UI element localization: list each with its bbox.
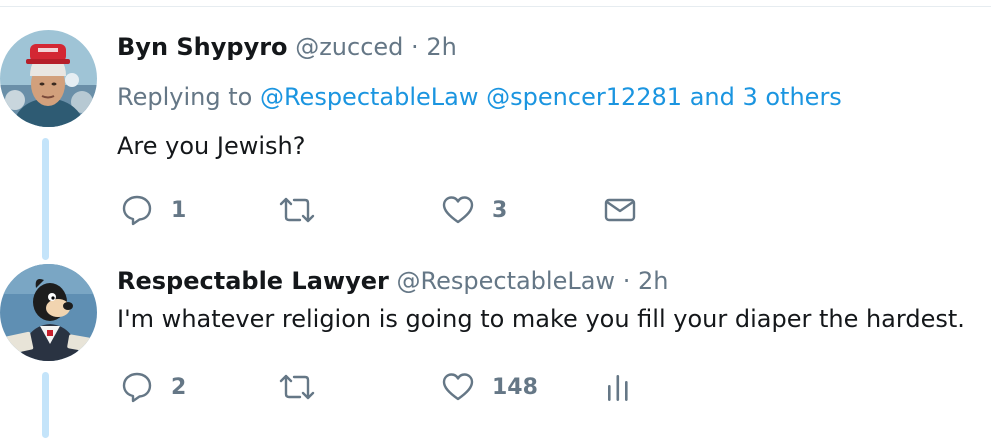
tweet[interactable]: Respectable Lawyer @RespectableLaw · 2h … — [0, 256, 991, 438]
timestamp[interactable]: 2h — [638, 267, 668, 295]
display-name[interactable]: Byn Shypyro — [117, 33, 288, 61]
retweet-button[interactable] — [277, 192, 317, 228]
avatar[interactable] — [0, 30, 97, 127]
reply-button[interactable]: 1 — [121, 192, 186, 228]
avatar[interactable] — [0, 264, 97, 361]
replying-to-label: Replying to — [117, 83, 253, 111]
retweet-icon — [279, 197, 315, 223]
like-button[interactable]: 3 — [442, 192, 507, 228]
reply-icon — [122, 372, 152, 403]
heart-icon — [442, 196, 474, 224]
reply-icon — [122, 195, 152, 226]
envelope-icon — [604, 198, 636, 222]
display-name[interactable]: Respectable Lawyer — [117, 267, 389, 295]
thread-line — [42, 138, 49, 260]
like-count: 148 — [492, 374, 538, 400]
thread-line — [42, 372, 49, 438]
handle[interactable]: @zucced — [295, 33, 403, 61]
direct-message-button[interactable] — [604, 192, 636, 228]
tweet-text: Are you Jewish? — [117, 132, 306, 160]
like-button[interactable]: 148 — [442, 369, 538, 405]
separator: · — [622, 267, 631, 295]
analytics-button[interactable] — [604, 369, 632, 405]
reply-count: 1 — [171, 197, 187, 223]
mention-link[interactable]: @spencer12281 — [486, 83, 682, 111]
like-count: 3 — [492, 197, 508, 223]
retweet-button[interactable] — [277, 369, 317, 405]
tweet-header: Byn Shypyro @zucced · 2h — [117, 30, 991, 64]
reply-button[interactable]: 2 — [121, 369, 186, 405]
tweet-text: I'm whatever religion is going to make y… — [117, 305, 965, 333]
others-link[interactable]: and 3 others — [690, 83, 842, 111]
mention-link[interactable]: @RespectableLaw — [260, 83, 479, 111]
reply-count: 2 — [171, 374, 187, 400]
separator: · — [411, 33, 419, 61]
timestamp[interactable]: 2h — [426, 33, 456, 61]
heart-icon — [442, 373, 474, 401]
tweet[interactable]: Byn Shypyro @zucced · 2h Replying to @Re… — [0, 0, 991, 260]
replying-to: Replying to @RespectableLaw @spencer1228… — [117, 80, 991, 114]
retweet-icon — [279, 374, 315, 400]
tweet-header: Respectable Lawyer @RespectableLaw · 2h — [117, 264, 991, 298]
handle[interactable]: @RespectableLaw — [397, 267, 616, 295]
analytics-icon — [608, 375, 628, 401]
